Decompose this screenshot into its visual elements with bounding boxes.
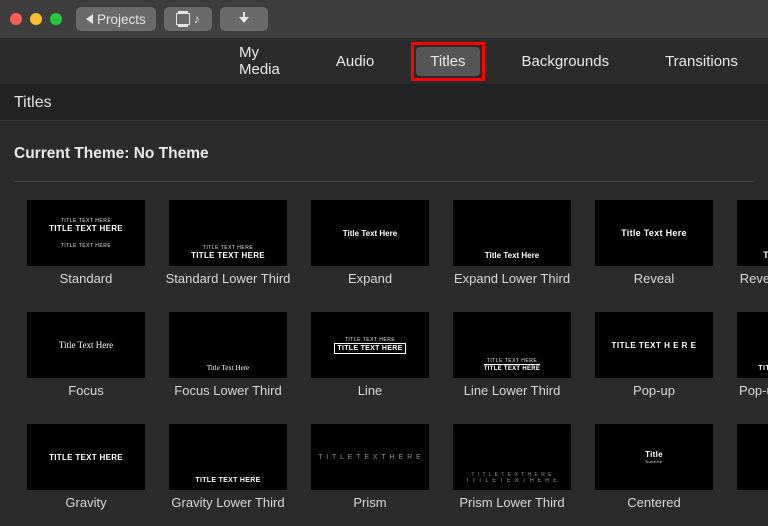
tile-thumb: Title Text Here xyxy=(169,312,287,378)
title-tile-reveal-lower-third[interactable]: Title Text Here Reveal Lower Third xyxy=(732,200,768,302)
title-tile-focus[interactable]: Title Text Here Focus xyxy=(22,312,150,414)
titles-grid: TITLE TEXT HERE TITLE TEXT HERE TITLE TE… xyxy=(0,182,768,526)
section-title: Titles xyxy=(0,84,768,121)
tile-caption: Gravity Lower Third xyxy=(171,496,284,526)
tab-titles[interactable]: Titles xyxy=(416,47,479,76)
tile-caption: Centered xyxy=(627,496,680,526)
content-tabbar: My Media Audio Titles Backgrounds Transi… xyxy=(0,38,768,84)
traffic-lights xyxy=(10,13,62,25)
back-projects-button[interactable]: Projects xyxy=(76,7,156,31)
tile-caption: Prism xyxy=(353,496,386,526)
back-button-label: Projects xyxy=(97,12,146,27)
chevron-left-icon xyxy=(86,14,93,24)
tile-caption: Standard Lower Third xyxy=(166,272,291,302)
download-arrow-icon xyxy=(237,12,251,26)
tab-transitions[interactable]: Transitions xyxy=(651,47,752,76)
tab-backgrounds[interactable]: Backgrounds xyxy=(508,47,624,76)
window-titlebar: Projects ♪ xyxy=(0,0,768,38)
title-tile-prism[interactable]: T I T L E T E X T H E R E Prism xyxy=(306,424,434,526)
tile-caption: Expand Lower Third xyxy=(454,272,570,302)
tile-thumb: Title Subtitle xyxy=(595,424,713,490)
tile-caption: Line Lower Third xyxy=(464,384,561,414)
tile-thumb: Title Text Here xyxy=(311,200,429,266)
tile-caption: Pop-up xyxy=(633,384,675,414)
title-tile-line-lower-third[interactable]: TITLE TEXT HERE TITLE TEXT HERE Line Low… xyxy=(448,312,576,414)
tile-thumb: Title Text Here xyxy=(453,200,571,266)
title-tile-gravity-lower-third[interactable]: TITLE TEXT HERE Gravity Lower Third xyxy=(164,424,292,526)
tile-caption: Focus Lower Third xyxy=(174,384,281,414)
fullscreen-window-button[interactable] xyxy=(50,13,62,25)
tile-thumb: T I T L E T E X T H E R E T I T L E T E … xyxy=(453,424,571,490)
tab-audio[interactable]: Audio xyxy=(322,47,388,76)
tile-thumb: TITLE TEXT HERE TITLE TEXT HERE xyxy=(453,312,571,378)
import-button[interactable] xyxy=(220,7,268,31)
minimize-window-button[interactable] xyxy=(30,13,42,25)
title-tile-reveal[interactable]: Title Text Here Reveal xyxy=(590,200,718,302)
music-note-icon: ♪ xyxy=(194,12,200,26)
tile-thumb: T I T L E T E X T H E R E xyxy=(311,424,429,490)
media-browser-button[interactable]: ♪ xyxy=(164,7,212,31)
tile-caption: Focus xyxy=(68,384,103,414)
close-window-button[interactable] xyxy=(10,13,22,25)
tile-thumb: TITLE TEXT HERE xyxy=(169,424,287,490)
tile-caption: Gravity xyxy=(65,496,106,526)
tile-thumb: TITLE TEXT HERE TITLE TEXT HERE xyxy=(169,200,287,266)
title-tile-expand-lower-third[interactable]: Title Text Here Expand Lower Third xyxy=(448,200,576,302)
title-tile-centered[interactable]: Title Subtitle Centered xyxy=(590,424,718,526)
tile-thumb: Title Text Here xyxy=(27,312,145,378)
theme-subheader: Current Theme: No Theme xyxy=(0,121,768,181)
title-tile-expand[interactable]: Title Text Here Expand xyxy=(306,200,434,302)
title-tile-popup-lower-third[interactable]: TITLE TEXT H E R E Pop-up Lower Third xyxy=(732,312,768,414)
title-tile-prism-lower-third[interactable]: T I T L E T E X T H E R E T I T L E T E … xyxy=(448,424,576,526)
title-tile-line[interactable]: TITLE TEXT HERE TITLE TEXT HERE Line xyxy=(306,312,434,414)
tile-thumb: Title Text Here xyxy=(737,200,768,266)
tile-thumb: TITLE TEXT H E R E xyxy=(595,312,713,378)
tile-caption: Standard xyxy=(60,272,113,302)
tile-caption: Reveal xyxy=(634,272,674,302)
title-tile-focus-lower-third[interactable]: Title Text Here Focus Lower Third xyxy=(164,312,292,414)
title-tile-popup[interactable]: TITLE TEXT H E R E Pop-up xyxy=(590,312,718,414)
tile-thumb: Title Text Here xyxy=(595,200,713,266)
tile-caption: Prism Lower Third xyxy=(459,496,564,526)
title-tile-gravity[interactable]: TITLE TEXT HERE Gravity xyxy=(22,424,150,526)
title-tile-standard-lower-third[interactable]: TITLE TEXT HERE TITLE TEXT HERE Standard… xyxy=(164,200,292,302)
title-tile-standard[interactable]: TITLE TEXT HERE TITLE TEXT HERE TITLE TE… xyxy=(22,200,150,302)
tile-thumb: TITLE TEXT HERE TITLE TEXT HERE xyxy=(311,312,429,378)
tile-thumb: TITLE TEXT HERE TITLE TEXT HERE TITLE TE… xyxy=(27,200,145,266)
tile-thumb: Title xyxy=(737,424,768,490)
title-tile-lower[interactable]: Title Lower xyxy=(732,424,768,526)
tile-thumb: TITLE TEXT HERE xyxy=(27,424,145,490)
tile-caption: Line xyxy=(358,384,383,414)
tile-thumb: TITLE TEXT H E R E xyxy=(737,312,768,378)
tab-my-media[interactable]: My Media xyxy=(225,38,294,84)
tile-caption: Expand xyxy=(348,272,392,302)
tile-caption: Reveal Lower Third xyxy=(740,272,768,302)
tile-caption: Pop-up Lower Third xyxy=(739,384,768,414)
filmstrip-icon xyxy=(176,13,190,25)
